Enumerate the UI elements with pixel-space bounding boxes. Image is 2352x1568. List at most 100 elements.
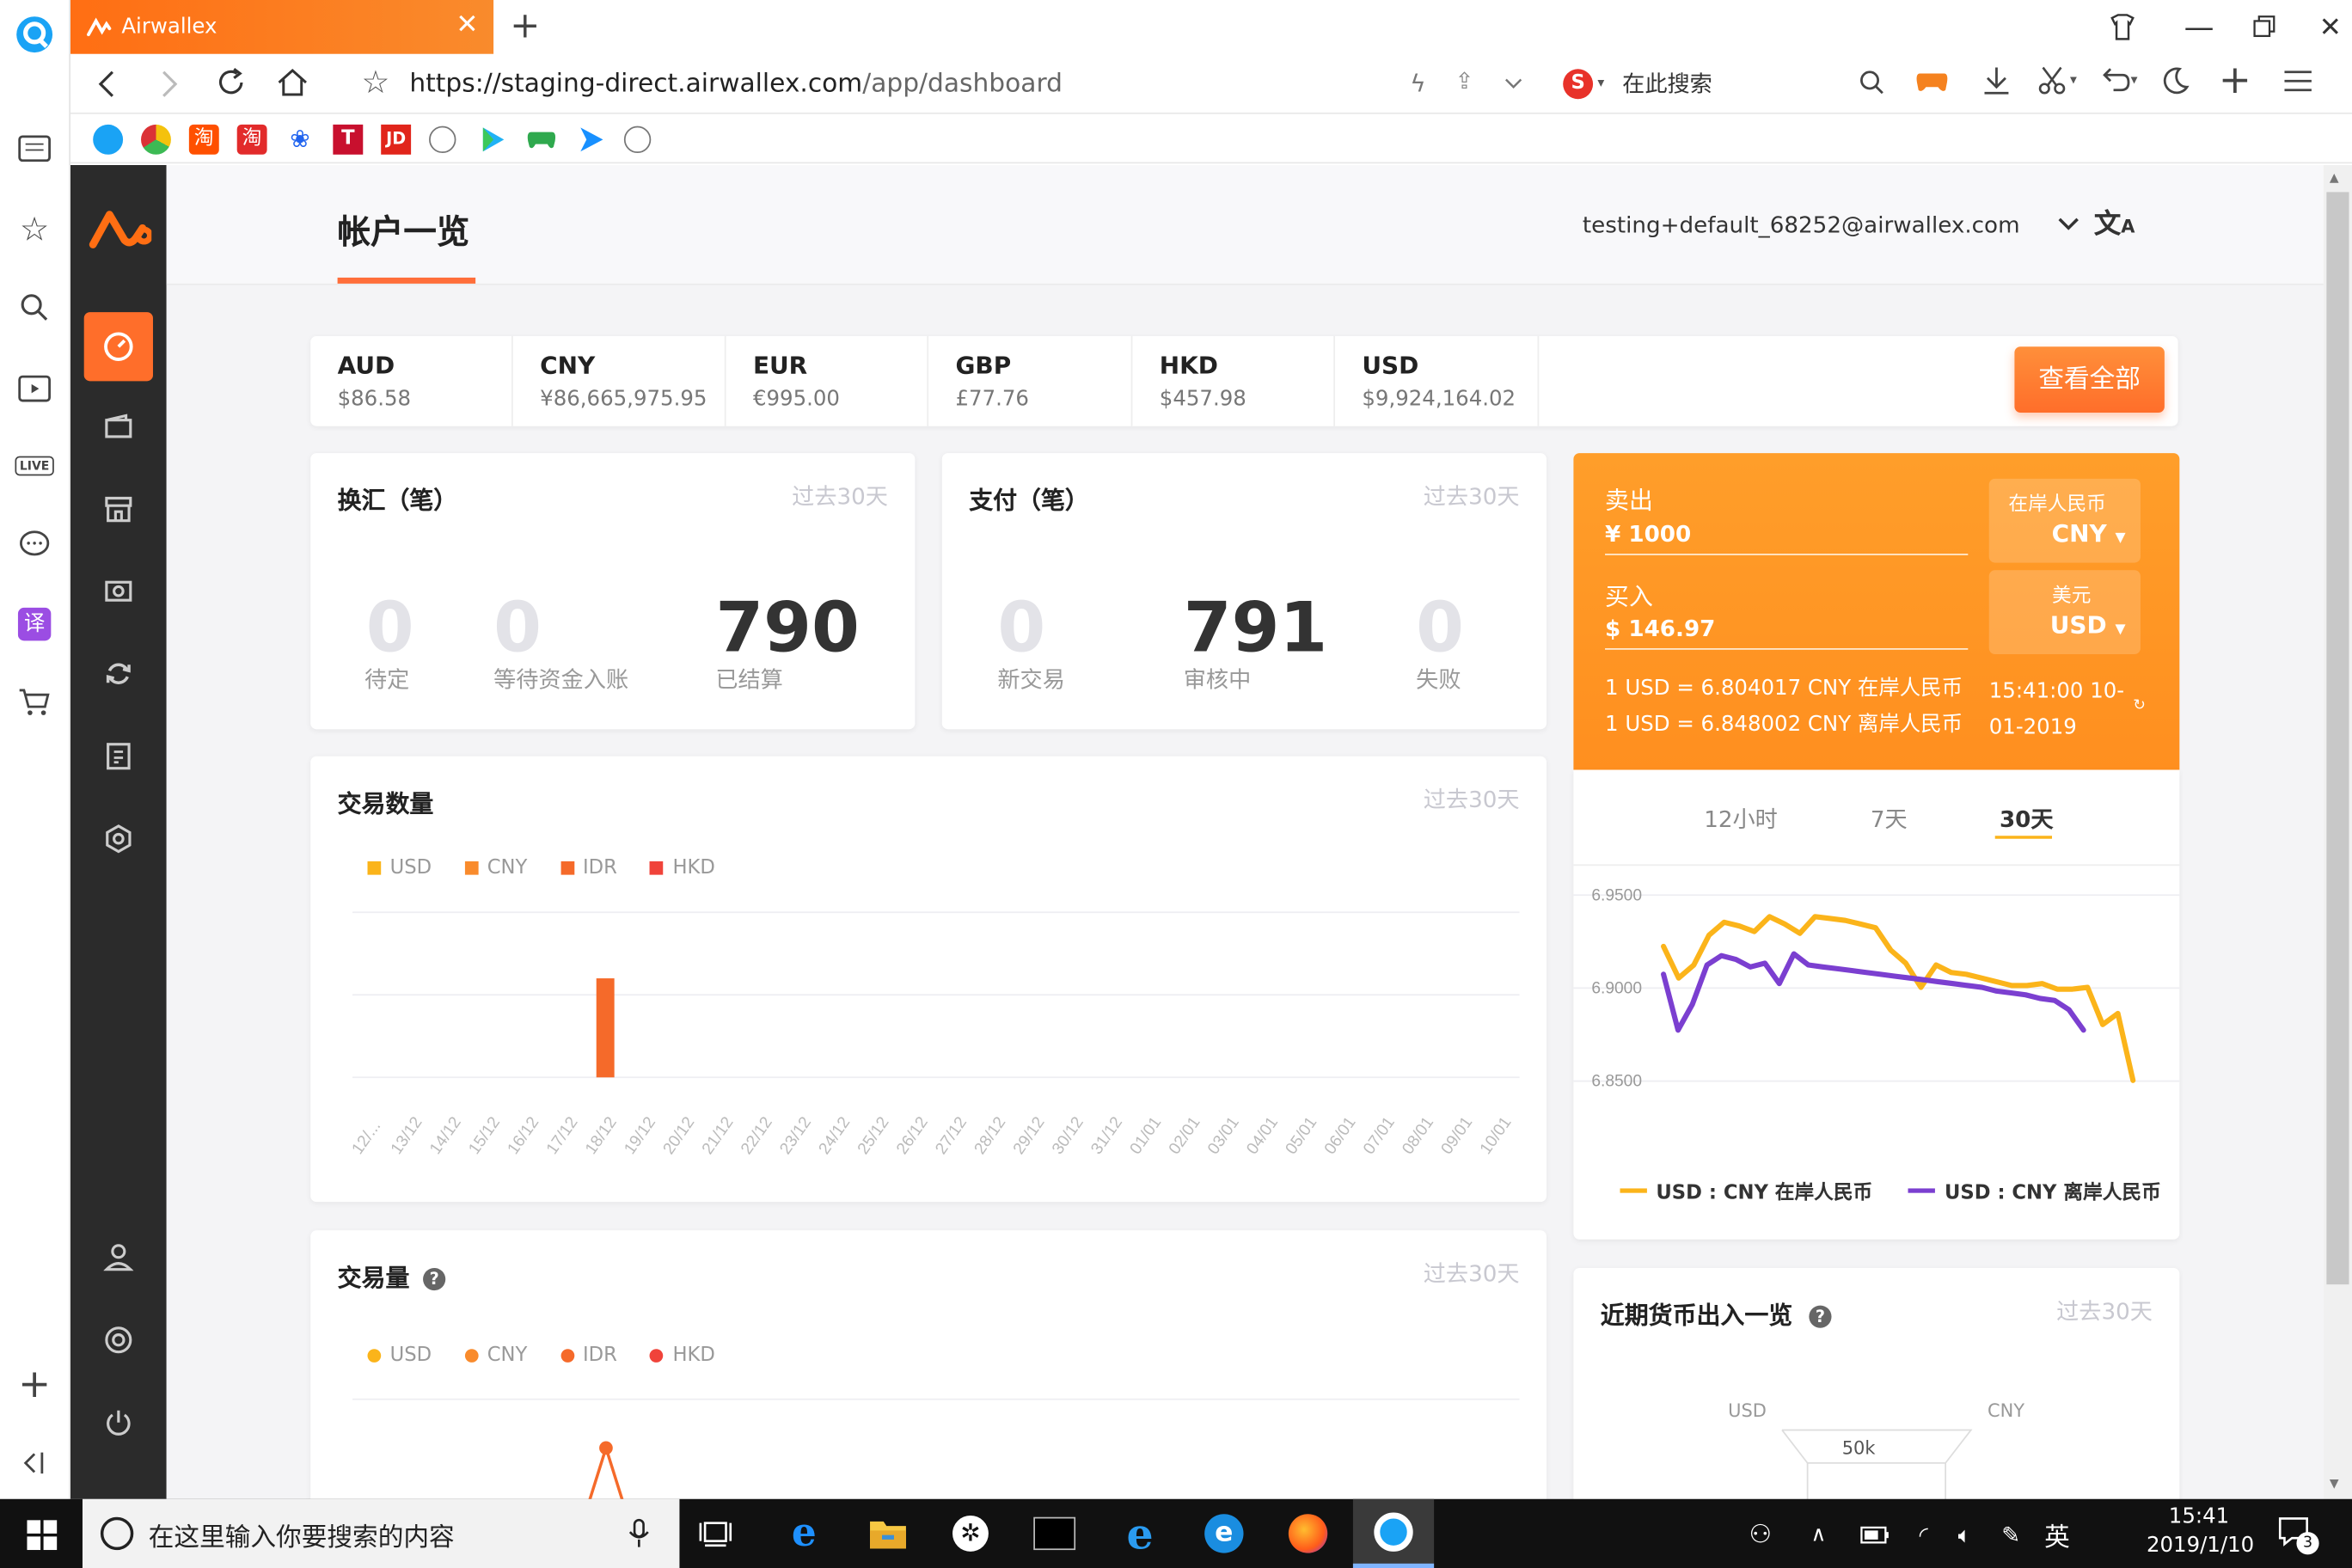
app-settings-icon[interactable]: ✲ bbox=[944, 1506, 998, 1560]
edge-icon[interactable]: e bbox=[777, 1506, 831, 1560]
qq-browser-logo-icon[interactable] bbox=[15, 15, 53, 53]
task-view-icon[interactable] bbox=[689, 1506, 743, 1560]
tab-close-icon[interactable]: ✕ bbox=[456, 9, 478, 40]
nav-support[interactable] bbox=[87, 1308, 150, 1371]
ie-blue-icon[interactable]: e bbox=[1197, 1506, 1251, 1560]
sell-currency-select[interactable]: 在岸人民币 CNY ▼ bbox=[1988, 478, 2141, 563]
dropdown-chevron-icon[interactable] bbox=[1504, 78, 1522, 90]
bookmark-arrow-icon[interactable] bbox=[576, 124, 606, 154]
file-explorer-icon[interactable] bbox=[861, 1506, 916, 1560]
buy-currency-select[interactable]: 美元 USD ▼ bbox=[1988, 570, 2141, 655]
bar[interactable] bbox=[596, 978, 615, 1078]
news-icon[interactable] bbox=[15, 129, 53, 168]
restore-icon[interactable] bbox=[2253, 15, 2277, 39]
help-icon[interactable]: ? bbox=[1809, 1305, 1832, 1328]
chat-icon[interactable] bbox=[15, 525, 53, 564]
tray-expand-icon[interactable]: ∧ bbox=[1811, 1522, 1827, 1547]
terminal-icon[interactable] bbox=[1027, 1506, 1081, 1560]
firefox-icon[interactable] bbox=[1281, 1506, 1335, 1560]
live-icon[interactable]: LIVE bbox=[15, 445, 54, 484]
qq-browser-taskbar-icon[interactable] bbox=[1352, 1498, 1435, 1568]
nav-store[interactable] bbox=[87, 477, 150, 540]
windows-start-icon[interactable] bbox=[27, 1520, 58, 1551]
address-search-icon[interactable] bbox=[1859, 69, 1885, 95]
nav-ledger[interactable] bbox=[87, 725, 150, 787]
help-icon[interactable]: ? bbox=[423, 1267, 446, 1291]
user-email[interactable]: testing+default_68252@airwallex.com bbox=[1583, 211, 2020, 238]
bookmark-star-icon[interactable]: ☆ bbox=[362, 64, 390, 101]
gamepad-icon[interactable] bbox=[1914, 64, 1950, 97]
view-all-button[interactable]: 查看全部 bbox=[2014, 346, 2165, 413]
range-tab-7d[interactable]: 7天 bbox=[1871, 803, 1908, 835]
balance-eur[interactable]: EUR €995.00 bbox=[726, 335, 929, 426]
buy-amount-input[interactable]: $ 146.97 bbox=[1605, 616, 1715, 642]
balance-cny[interactable]: CNY ¥86,665,975.95 bbox=[513, 335, 726, 426]
search-engine-box[interactable]: S ▾ 在此搜索 bbox=[1563, 68, 1712, 100]
bookmark-taobao-icon[interactable]: 淘 bbox=[188, 124, 219, 154]
legend-idr[interactable]: IDR bbox=[583, 1344, 617, 1367]
nav-logout[interactable] bbox=[87, 1391, 150, 1454]
bookmark-play-icon[interactable] bbox=[477, 124, 507, 154]
url-field[interactable]: https://staging-direct.airwallex.com/app… bbox=[409, 69, 1063, 99]
bookmark-taobao2-icon[interactable]: 淘 bbox=[236, 124, 267, 154]
tab-airwallex[interactable]: Airwallex ✕ bbox=[70, 0, 494, 54]
user-menu-chevron-icon[interactable] bbox=[2056, 216, 2080, 230]
bookmark-globe-icon[interactable] bbox=[429, 125, 456, 153]
taskbar-search-box[interactable]: 在这里输入你要搜索的内容 bbox=[82, 1498, 680, 1568]
skin-icon[interactable] bbox=[2106, 10, 2139, 43]
clock[interactable]: 15:41 2019/1/10 bbox=[2147, 1505, 2254, 1558]
range-tab-12h[interactable]: 12小时 bbox=[1704, 803, 1778, 835]
night-mode-icon[interactable] bbox=[2159, 64, 2191, 97]
battery-icon[interactable] bbox=[1859, 1525, 1890, 1543]
minimize-icon[interactable]: — bbox=[2184, 9, 2214, 45]
legend-offshore[interactable]: USD : CNY 离岸人民币 bbox=[1945, 1176, 2161, 1204]
cart-icon[interactable] bbox=[15, 683, 53, 721]
bookmark-jd-icon[interactable]: JD bbox=[381, 124, 412, 154]
microphone-icon[interactable] bbox=[628, 1518, 649, 1548]
bookmark-tmall-icon[interactable]: T bbox=[333, 124, 364, 154]
legend-onshore[interactable]: USD : CNY 在岸人民币 bbox=[1656, 1176, 1872, 1204]
people-icon[interactable]: ⚇ bbox=[1749, 1519, 1773, 1549]
home-icon[interactable] bbox=[276, 66, 309, 99]
pen-icon[interactable]: ✎ bbox=[2001, 1521, 2020, 1547]
nav-exchange[interactable] bbox=[87, 642, 150, 705]
card-period[interactable]: 过去30天 bbox=[1424, 481, 1520, 512]
translate-icon[interactable]: 译 bbox=[15, 604, 53, 643]
nav-settings[interactable] bbox=[87, 807, 150, 870]
nav-dashboard[interactable] bbox=[83, 312, 153, 382]
scrollbar-thumb[interactable] bbox=[2326, 192, 2349, 1285]
video-icon[interactable] bbox=[15, 368, 53, 407]
lightning-icon[interactable]: ϟ bbox=[1410, 69, 1425, 97]
wifi-icon[interactable]: ◜ bbox=[1920, 1521, 1928, 1547]
back-icon[interactable] bbox=[96, 69, 117, 99]
airwallex-logo-icon[interactable] bbox=[89, 207, 152, 252]
forward-icon[interactable] bbox=[159, 69, 180, 99]
star-icon[interactable]: ☆ bbox=[15, 210, 53, 248]
sell-amount-input[interactable]: ¥ 1000 bbox=[1605, 521, 1691, 548]
legend-hkd[interactable]: HKD bbox=[672, 1344, 714, 1367]
bookmark-baidu-icon[interactable]: ❀ bbox=[285, 124, 315, 154]
download-icon[interactable] bbox=[1980, 64, 2012, 97]
balance-gbp[interactable]: GBP £77.76 bbox=[928, 335, 1133, 426]
bookmark-globe2-icon[interactable] bbox=[623, 125, 652, 153]
reload-icon[interactable] bbox=[215, 66, 248, 99]
ime-indicator[interactable]: 英 bbox=[2044, 1516, 2070, 1553]
menu-icon[interactable] bbox=[2282, 68, 2314, 95]
undo-icon[interactable] bbox=[2098, 64, 2130, 97]
balance-aud[interactable]: AUD $86.58 bbox=[310, 335, 513, 426]
card-period[interactable]: 过去30天 bbox=[1424, 1258, 1520, 1289]
bookmark-game-icon[interactable] bbox=[525, 126, 558, 152]
close-window-icon[interactable]: ✕ bbox=[2319, 11, 2342, 43]
legend-cny[interactable]: CNY bbox=[487, 1344, 528, 1367]
card-period[interactable]: 过去30天 bbox=[2056, 1295, 2153, 1326]
legend-usd[interactable]: USD bbox=[390, 1344, 432, 1367]
volume-icon[interactable]: 🔈︎ bbox=[1958, 1521, 1972, 1547]
refresh-rate-icon[interactable]: ↻ bbox=[2133, 698, 2146, 714]
share-icon[interactable]: ⇪ bbox=[1455, 68, 1474, 95]
new-window-icon[interactable]: + bbox=[2219, 62, 2251, 101]
add-icon[interactable]: + bbox=[15, 1365, 53, 1404]
search-icon[interactable] bbox=[15, 288, 53, 327]
scroll-up-arrow-icon[interactable]: ▲ bbox=[2330, 171, 2339, 185]
nav-user[interactable] bbox=[87, 1226, 150, 1289]
collapse-sidebar-icon[interactable] bbox=[15, 1443, 53, 1482]
